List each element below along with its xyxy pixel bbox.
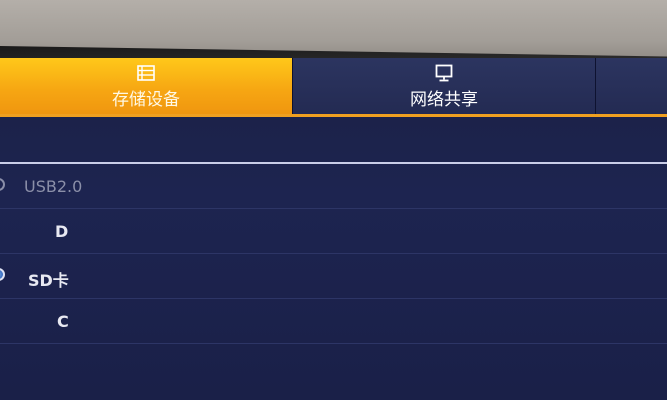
tab-bar: 存储设备 网络共享 [0,58,667,116]
monitor-icon [435,63,453,83]
list-item-usb[interactable]: USB2.0 [0,164,667,209]
radio-button-selected[interactable] [0,268,5,281]
list-icon [137,63,155,83]
list-item-sd-card[interactable]: SD卡 [0,254,667,299]
list-item-partition-c[interactable]: C [0,299,667,344]
radio-button[interactable] [0,178,5,191]
tab-storage-devices[interactable]: 存储设备 [0,58,292,114]
tv-screen: 存储设备 网络共享 USB2.0 D SD卡 C [0,58,667,400]
device-label: USB2.0 [24,177,83,196]
list-item-partition-d[interactable]: D [0,209,667,254]
tab-next[interactable] [597,58,667,114]
tab-label: 存储设备 [112,89,180,110]
tab-label: 网络共享 [410,89,478,110]
tab-network-share[interactable]: 网络共享 [292,58,596,114]
partition-label: C [57,312,69,331]
partition-label: D [55,222,69,241]
tab-underline [0,114,667,117]
device-label: SD卡 [28,271,69,290]
